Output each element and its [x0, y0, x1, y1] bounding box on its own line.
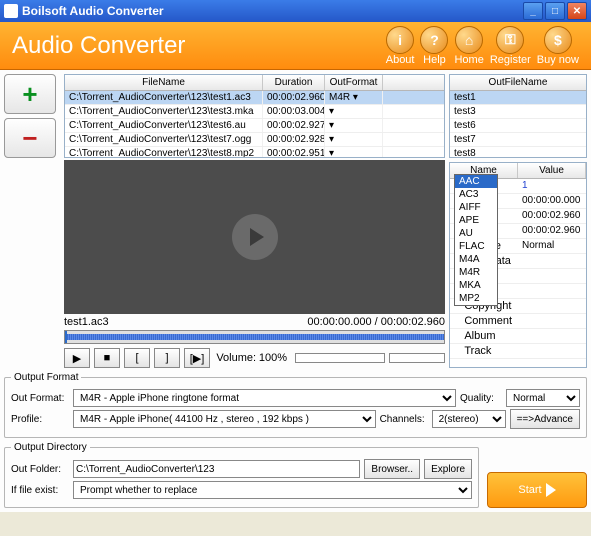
table-row[interactable]: C:\Torrent_AudioConverter\123\test1.ac30… — [65, 91, 444, 105]
maximize-button[interactable]: □ — [545, 2, 565, 20]
advance-button[interactable]: ==>Advance — [510, 409, 580, 429]
col-filename[interactable]: FileName — [65, 75, 263, 90]
dropdown-item[interactable]: MKA — [455, 279, 497, 292]
app-title: Audio Converter — [12, 32, 386, 60]
out-folder-input[interactable] — [73, 460, 360, 478]
dropdown-item[interactable]: FLAC — [455, 240, 497, 253]
list-item[interactable]: test7 — [450, 133, 586, 147]
buy now-icon: $ — [544, 26, 572, 54]
file-table[interactable]: FileName Duration OutFormat C:\Torrent_A… — [64, 74, 445, 158]
dropdown-item[interactable]: APE — [455, 214, 497, 227]
play-button[interactable]: ▶ — [64, 348, 90, 368]
preview-area — [64, 160, 445, 314]
volume-label: Volume: 100% — [216, 352, 287, 364]
out-format-label: Out Format: — [11, 393, 69, 404]
help-icon: ? — [420, 26, 448, 54]
table-row[interactable]: C:\Torrent_AudioConverter\123\test7.ogg0… — [65, 133, 444, 147]
if-file-exist-label: If file exist: — [11, 485, 69, 496]
property-row[interactable]: Track — [450, 344, 586, 359]
output-directory-legend: Output Directory — [11, 442, 90, 453]
dropdown-item[interactable]: M4A — [455, 253, 497, 266]
output-format-legend: Output Format — [11, 372, 81, 383]
header-register-button[interactable]: ⚿Register — [490, 26, 531, 66]
browse-button[interactable]: Browser.. — [364, 459, 420, 479]
mark-in-button[interactable]: [ — [124, 348, 150, 368]
start-button[interactable]: Start — [487, 472, 587, 508]
dropdown-item[interactable]: AU — [455, 227, 497, 240]
play-icon[interactable] — [232, 214, 278, 260]
table-row[interactable]: C:\Torrent_AudioConverter\123\test3.mka0… — [65, 105, 444, 119]
titlebar: Boilsoft Audio Converter _ □ ✕ — [0, 0, 591, 22]
app-icon — [4, 4, 18, 18]
table-row[interactable]: C:\Torrent_AudioConverter\123\test8.mp20… — [65, 147, 444, 158]
out-folder-label: Out Folder: — [11, 464, 69, 475]
property-row[interactable]: Comment — [450, 314, 586, 329]
profile-label: Profile: — [11, 414, 69, 425]
stop-button[interactable]: ■ — [94, 348, 120, 368]
output-directory-group: Output Directory Out Folder: Browser.. E… — [4, 442, 479, 508]
col-prop-value[interactable]: Value — [518, 163, 586, 178]
about-icon: i — [386, 26, 414, 54]
seek-bar[interactable] — [64, 330, 445, 344]
range-button[interactable]: [▶] — [184, 348, 210, 368]
dropdown-item[interactable]: AIFF — [455, 201, 497, 214]
home-icon: ⌂ — [455, 26, 483, 54]
list-item[interactable]: test8 — [450, 147, 586, 158]
out-format-select[interactable]: M4R - Apple iPhone ringtone format — [73, 389, 456, 407]
dropdown-item[interactable]: M4R — [455, 266, 497, 279]
channels-label: Channels: — [380, 414, 428, 425]
dropdown-item[interactable]: AAC — [455, 175, 497, 188]
volume-indicator — [389, 353, 445, 363]
channels-select[interactable]: 2(stereo) — [432, 410, 506, 428]
header: Audio Converter iAbout?Help⌂Home⚿Registe… — [0, 22, 591, 70]
col-outformat[interactable]: OutFormat — [325, 75, 383, 90]
register-icon: ⚿ — [496, 26, 524, 54]
header-buy-now-button[interactable]: $Buy now — [537, 26, 579, 66]
header-home-button[interactable]: ⌂Home — [454, 26, 483, 66]
list-item[interactable]: test3 — [450, 105, 586, 119]
volume-slider[interactable] — [295, 353, 385, 363]
list-item[interactable]: test1 — [450, 91, 586, 105]
header-about-button[interactable]: iAbout — [386, 26, 415, 66]
current-file-label: test1.ac3 — [64, 316, 109, 328]
remove-button[interactable]: − — [4, 118, 56, 158]
table-row[interactable]: C:\Torrent_AudioConverter\123\test6.au00… — [65, 119, 444, 133]
output-format-group: Output Format Out Format: M4R - Apple iP… — [4, 372, 587, 438]
profile-select[interactable]: M4R - Apple iPhone( 44100 Hz , stereo , … — [73, 410, 376, 428]
list-item[interactable]: test6 — [450, 119, 586, 133]
property-row[interactable]: Album — [450, 329, 586, 344]
header-help-button[interactable]: ?Help — [420, 26, 448, 66]
quality-select[interactable]: Normal — [506, 389, 580, 407]
if-file-exist-select[interactable]: Prompt whether to replace — [73, 481, 472, 499]
dropdown-item[interactable]: AC3 — [455, 188, 497, 201]
add-button[interactable]: + — [4, 74, 56, 114]
dropdown-item[interactable]: MP2 — [455, 292, 497, 305]
file-table-header: FileName Duration OutFormat — [65, 75, 444, 91]
format-dropdown-list[interactable]: AACAC3AIFFAPEAUFLACM4AM4RMKAMP2 — [454, 174, 498, 306]
header-buttons: iAbout?Help⌂Home⚿Register$Buy now — [386, 26, 579, 66]
col-duration[interactable]: Duration — [263, 75, 325, 90]
mark-out-button[interactable]: ] — [154, 348, 180, 368]
minimize-button[interactable]: _ — [523, 2, 543, 20]
outfilename-list[interactable]: OutFileName test1test3test6test7test8 — [449, 74, 587, 158]
explore-button[interactable]: Explore — [424, 459, 472, 479]
content: + − FileName Duration OutFormat C:\Torre… — [0, 70, 591, 512]
time-label: 00:00:00.000 / 00:00:02.960 — [307, 316, 445, 328]
col-outfilename[interactable]: OutFileName — [450, 75, 586, 91]
window-title: Boilsoft Audio Converter — [22, 4, 521, 18]
close-button[interactable]: ✕ — [567, 2, 587, 20]
quality-label: Quality: — [460, 393, 502, 404]
